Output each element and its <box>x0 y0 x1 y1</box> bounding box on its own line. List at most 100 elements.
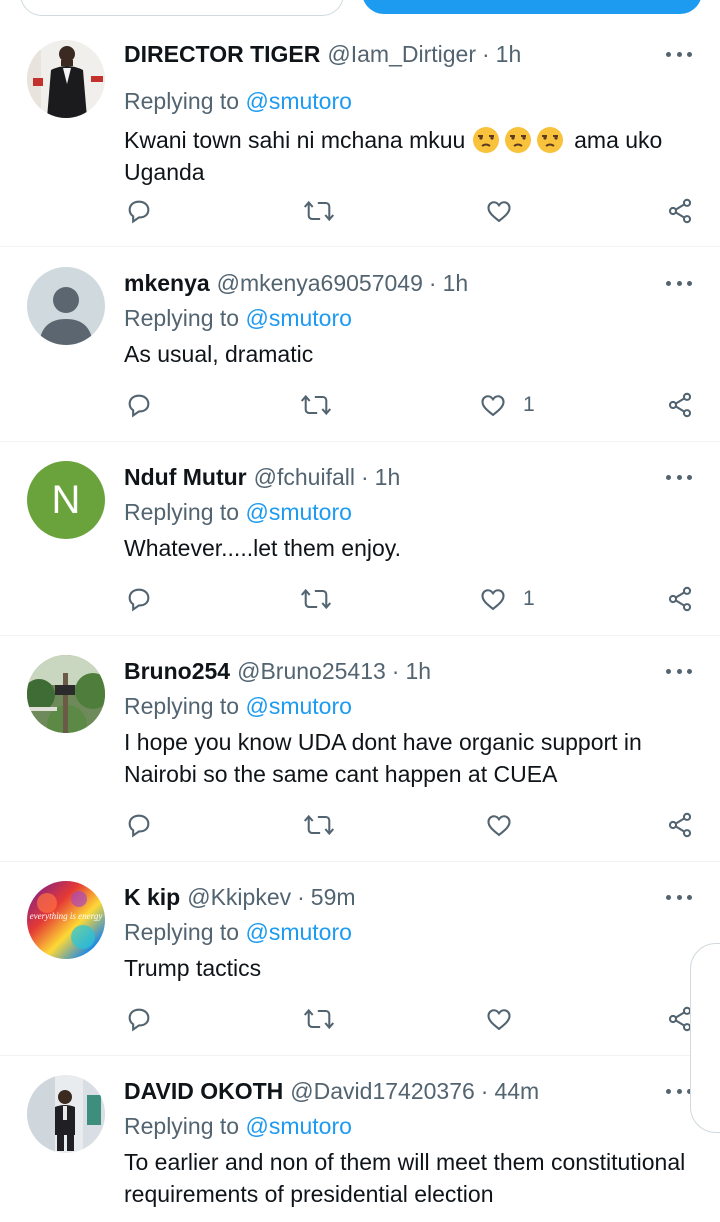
mention-link[interactable]: @smutoro <box>245 305 351 331</box>
mention-link[interactable]: @smutoro <box>245 693 351 719</box>
separator-dot: · <box>481 40 490 67</box>
replying-to: Replying to @smutoro <box>124 919 352 946</box>
reply-icon <box>128 814 150 838</box>
timestamp[interactable]: 1h <box>443 270 469 297</box>
timestamp[interactable]: 59m <box>311 884 356 911</box>
retweet-button[interactable] <box>303 805 335 845</box>
retweet-button[interactable] <box>300 579 332 619</box>
reply-button[interactable] <box>125 191 153 231</box>
retweet-icon <box>303 814 335 836</box>
replying-to: Replying to @smutoro <box>124 88 352 115</box>
tweet-reply[interactable]: Bruno254 @Bruno25413 · 1h Replying to @s… <box>0 636 720 862</box>
tweet-reply[interactable]: N Nduf Mutur @fchuifall · 1h Replying to… <box>0 442 720 636</box>
share-button[interactable] <box>666 579 694 619</box>
heart-icon <box>481 395 505 417</box>
reply-button[interactable] <box>125 579 153 619</box>
like-button[interactable] <box>485 805 529 845</box>
like-button[interactable]: 1 <box>479 579 535 619</box>
tweet-text: To earlier and non of them will meet the… <box>124 1149 686 1207</box>
author-name[interactable]: Bruno254 <box>124 658 230 685</box>
retweet-button[interactable] <box>303 999 335 1039</box>
avatar[interactable] <box>27 267 105 345</box>
separator-dot: · <box>297 883 305 910</box>
mention-link[interactable]: @smutoro <box>245 499 351 525</box>
timestamp[interactable]: 1h <box>405 658 431 685</box>
replying-to-label: Replying to <box>124 919 240 945</box>
replying-to-label: Replying to <box>124 305 240 331</box>
timestamp[interactable]: 1h <box>496 41 522 68</box>
mention-link[interactable]: @smutoro <box>245 88 351 114</box>
author-handle[interactable]: @Iam_Dirtiger <box>327 41 476 68</box>
author-handle[interactable]: @David17420376 <box>290 1078 474 1105</box>
more-options-icon[interactable] <box>666 46 692 62</box>
tweet-reply[interactable]: everything is energy K kip @Kkipkev · 59… <box>0 862 720 1056</box>
mention-link[interactable]: @smutoro <box>245 1113 351 1139</box>
replying-to-label: Replying to <box>124 1113 240 1139</box>
share-icon <box>668 586 692 612</box>
heart-icon <box>481 589 505 611</box>
reply-icon <box>128 394 150 418</box>
more-options-icon[interactable] <box>666 1083 692 1099</box>
avatar[interactable] <box>27 655 105 733</box>
tweet-text: Kwani town sahi ni mchana mkuu ama uko U… <box>124 124 684 188</box>
top-right-button[interactable] <box>362 0 702 14</box>
separator-dot: · <box>360 463 369 490</box>
avatar[interactable] <box>27 40 105 118</box>
avatar[interactable] <box>27 1075 105 1153</box>
separator-dot: · <box>480 1077 489 1104</box>
replying-to-label: Replying to <box>124 499 240 525</box>
scroll-handle[interactable] <box>690 943 720 1133</box>
share-button[interactable] <box>666 191 694 231</box>
like-button[interactable]: 1 <box>479 385 535 425</box>
reply-icon <box>128 1008 150 1032</box>
mention-link[interactable]: @smutoro <box>245 919 351 945</box>
avatar-letter: N <box>52 478 81 522</box>
share-icon <box>668 198 692 224</box>
more-options-icon[interactable] <box>666 889 692 905</box>
author-name[interactable]: Nduf Mutur <box>124 464 247 491</box>
share-button[interactable] <box>666 805 694 845</box>
replying-to-label: Replying to <box>124 693 240 719</box>
share-icon <box>668 812 692 838</box>
like-button[interactable] <box>485 191 529 231</box>
tweet-reply[interactable]: mkenya @mkenya69057049 · 1h Replying to … <box>0 247 720 442</box>
author-handle[interactable]: @mkenya69057049 <box>217 270 423 297</box>
author-handle[interactable]: @fchuifall <box>254 464 355 491</box>
retweet-button[interactable] <box>300 385 332 425</box>
more-options-icon[interactable] <box>666 469 692 485</box>
avatar[interactable]: everything is energy <box>27 881 105 959</box>
replying-to: Replying to @smutoro <box>124 499 352 526</box>
separator-dot: · <box>391 657 400 684</box>
reply-button[interactable] <box>125 385 153 425</box>
author-handle[interactable]: @Bruno25413 <box>237 658 386 685</box>
author-handle[interactable]: @Kkipkev <box>187 884 291 911</box>
tweet-text: As usual, dramatic <box>124 341 314 367</box>
tweet-reply[interactable]: DAVID OKOTH @David17420376 · 44m Replyin… <box>0 1056 720 1222</box>
author-name[interactable]: DIRECTOR TIGER <box>124 41 320 68</box>
timestamp[interactable]: 1h <box>375 464 401 491</box>
top-left-button[interactable] <box>20 0 344 16</box>
avatar-caption: everything is energy <box>30 911 103 921</box>
author-name[interactable]: mkenya <box>124 270 210 297</box>
heart-icon <box>487 1009 511 1031</box>
reply-button[interactable] <box>125 999 153 1039</box>
retweet-icon <box>300 588 332 610</box>
like-button[interactable] <box>485 999 529 1039</box>
more-options-icon[interactable] <box>666 663 692 679</box>
timestamp[interactable]: 44m <box>494 1078 539 1105</box>
separator-dot: · <box>428 269 437 296</box>
retweet-icon <box>303 200 335 222</box>
share-icon <box>668 392 692 418</box>
replying-to: Replying to @smutoro <box>124 1113 352 1140</box>
reply-icon <box>128 588 150 612</box>
author-name[interactable]: K kip <box>124 884 180 911</box>
share-button[interactable] <box>666 385 694 425</box>
avatar[interactable]: N <box>27 461 105 539</box>
reply-button[interactable] <box>125 805 153 845</box>
heart-icon <box>487 201 511 223</box>
more-options-icon[interactable] <box>666 275 692 291</box>
author-name[interactable]: DAVID OKOTH <box>124 1078 283 1105</box>
tweet-reply[interactable]: DIRECTOR TIGER @Iam_Dirtiger · 1h Replyi… <box>0 26 720 247</box>
tweet-text: I hope you know UDA dont have organic su… <box>124 729 642 787</box>
retweet-button[interactable] <box>303 191 335 231</box>
